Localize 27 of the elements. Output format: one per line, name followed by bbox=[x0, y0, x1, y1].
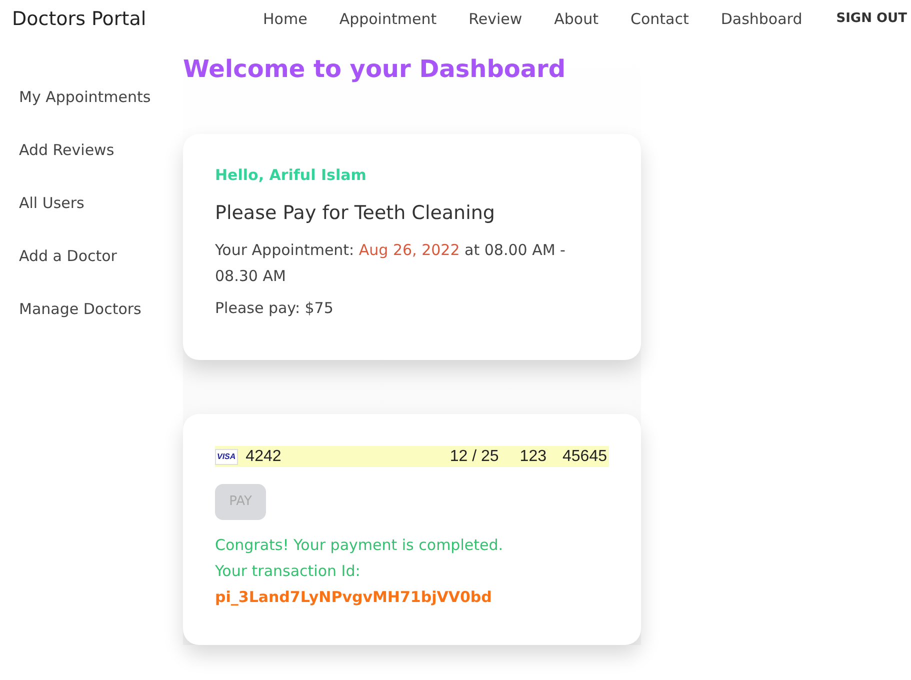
card-title: Please Pay for Teeth Cleaning bbox=[215, 200, 496, 226]
cvc-text: 123 bbox=[520, 446, 546, 466]
expiry-text: 12 / 25 bbox=[450, 446, 499, 466]
zip-text: 45645 bbox=[562, 446, 607, 466]
visa-logo: VISA bbox=[215, 448, 238, 464]
nav-link[interactable]: Dashboard bbox=[704, 8, 818, 30]
nav-link[interactable]: Appointment bbox=[323, 8, 453, 30]
card-number-text: 4242 bbox=[246, 446, 282, 466]
sidebar-item[interactable]: My Appointments bbox=[19, 86, 183, 109]
transaction-label: Your transaction Id: bbox=[215, 561, 362, 582]
sidebar-item[interactable]: All Users bbox=[19, 192, 183, 215]
sign-out-link[interactable]: SIGN OUT bbox=[818, 9, 907, 29]
success-text: Congrats! Your payment is completed. bbox=[215, 535, 504, 556]
appointment-text: Your Appointment: Aug 26, 2022 at 08.00 AM - 08.30 AM bbox=[215, 240, 566, 287]
sidebar-item[interactable]: Add Reviews bbox=[19, 139, 183, 162]
price-text: Please pay: $75 bbox=[215, 298, 334, 319]
nav-link[interactable]: Review bbox=[452, 8, 538, 30]
transaction-id-text: pi_3Land7LyNPvgvMH71bjVV0bd bbox=[215, 587, 493, 608]
nav-link[interactable]: About bbox=[538, 8, 614, 30]
greeting-text: Hello, Ariful Islam bbox=[215, 165, 368, 186]
sidebar-item[interactable]: Add a Doctor bbox=[19, 245, 183, 268]
sidebar-item[interactable]: Manage Doctors bbox=[19, 298, 183, 321]
nav-link[interactable]: Home bbox=[247, 8, 324, 30]
card-input-field[interactable]: VISA 4242 12 / 25 123 45645 bbox=[215, 446, 609, 467]
nav-link[interactable]: Contact bbox=[614, 8, 705, 30]
brand-link[interactable]: Doctors Portal bbox=[12, 4, 146, 34]
page-heading: Welcome to your Dashboard bbox=[183, 54, 567, 84]
